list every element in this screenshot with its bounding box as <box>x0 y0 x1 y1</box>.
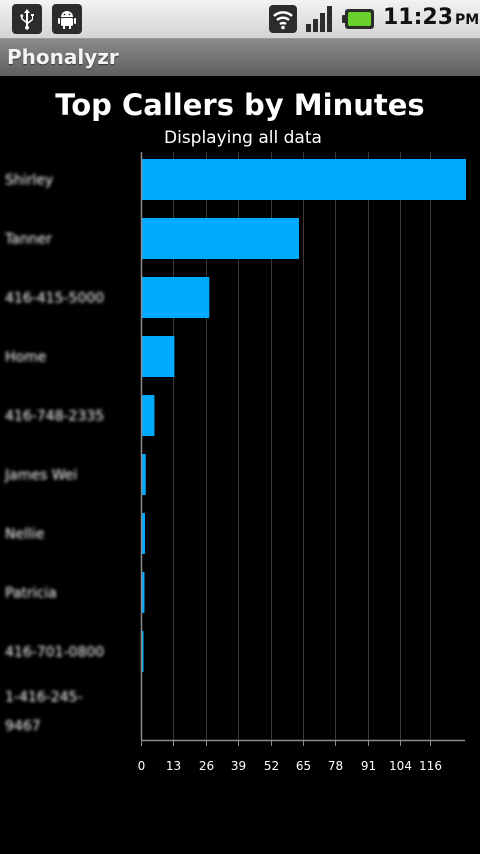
bar-5[interactable] <box>142 454 146 495</box>
bar-2[interactable] <box>142 277 210 318</box>
category-label: Home <box>5 350 46 366</box>
x-tick-label: 52 <box>264 759 279 773</box>
bar-4[interactable] <box>142 395 155 436</box>
x-tick-label: 0 <box>138 759 146 773</box>
x-tick-label: 116 <box>419 759 442 773</box>
x-tick-label: 39 <box>231 759 246 773</box>
x-tick-label: 65 <box>296 759 311 773</box>
x-tick-label: 91 <box>361 759 376 773</box>
category-label: Nellie <box>5 527 44 543</box>
bar-6[interactable] <box>142 513 145 554</box>
category-label: James Wei <box>4 468 77 484</box>
category-label: Patricia <box>5 586 57 602</box>
x-tick-label: 104 <box>389 759 412 773</box>
category-label: 416-748-2335 <box>5 409 104 425</box>
category-label: Shirley <box>5 173 53 189</box>
bar-chart: 0 13 26 39 52 65 78 91 104 116 Shirley Tanner 416-4… <box>4 152 466 773</box>
bar-7[interactable] <box>142 572 145 613</box>
bar-3[interactable] <box>142 336 175 377</box>
category-label: 416-415-5000 <box>5 291 104 307</box>
category-label: 1-416-245-9467 <box>5 690 83 735</box>
x-tick-label: 13 <box>166 759 181 773</box>
x-tick-label: 26 <box>199 759 214 773</box>
bar-1[interactable] <box>142 218 300 259</box>
x-tick-label: 78 <box>328 759 343 773</box>
bar-0[interactable] <box>142 159 466 200</box>
category-label: 416-701-0800 <box>5 645 104 661</box>
category-label: Tanner <box>4 232 52 248</box>
